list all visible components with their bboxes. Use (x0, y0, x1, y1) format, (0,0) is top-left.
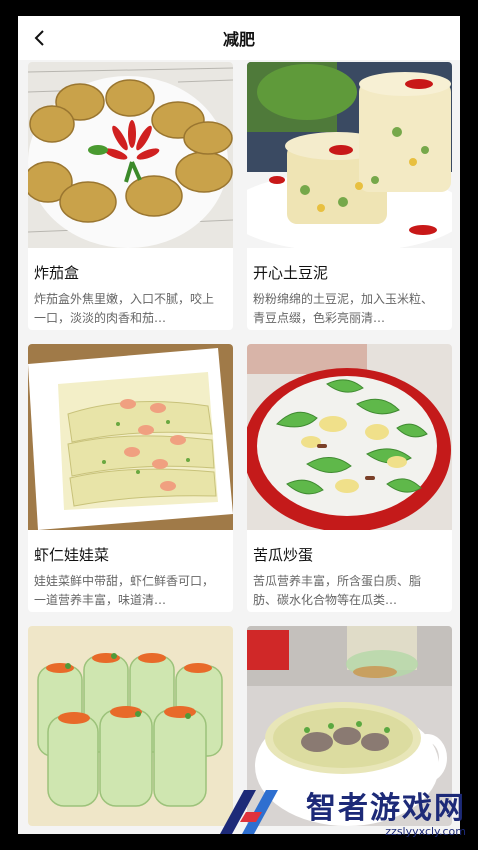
app-screen: 减肥 炸茄盒 炸茄盒外焦里嫩，入口不腻，咬上一口，淡淡的肉香和茄… 开心土豆泥 … (18, 16, 460, 834)
recipe-grid: 炸茄盒 炸茄盒外焦里嫩，入口不腻，咬上一口，淡淡的肉香和茄… 开心土豆泥 粉粉绵… (28, 62, 452, 826)
recipe-description: 苦瓜营养丰富，所含蛋白质、脂肪、碳水化合物等在瓜类… (253, 574, 422, 607)
recipe-title: 炸茄盒 (34, 264, 80, 282)
recipe-image (28, 62, 233, 248)
recipe-description: 炸茄盒外焦里嫩，入口不腻，咬上一口，淡淡的肉香和茄… (34, 292, 215, 325)
recipe-title: 虾仁娃娃菜 (34, 546, 110, 564)
recipe-card[interactable]: 开心土豆泥 粉粉绵绵的土豆泥，加入玉米粒、青豆点缀，色彩亮丽清… (247, 62, 452, 330)
recipe-image (28, 344, 233, 530)
recipe-description: 粉粉绵绵的土豆泥，加入玉米粒、青豆点缀，色彩亮丽清… (253, 292, 434, 325)
page-title: 减肥 (222, 30, 255, 49)
recipe-title: 苦瓜炒蛋 (253, 546, 314, 564)
recipe-card[interactable]: 虾仁娃娃菜 娃娃菜鲜中带甜，虾仁鲜香可口，一道营养丰富，味道清… (28, 344, 233, 612)
top-bar: 减肥 (18, 16, 460, 60)
recipe-card[interactable]: 炸茄盒 炸茄盒外焦里嫩，入口不腻，咬上一口，淡淡的肉香和茄… (28, 62, 233, 330)
recipe-title: 开心土豆泥 (253, 264, 329, 282)
recipe-card[interactable] (28, 626, 233, 826)
recipe-image (247, 62, 452, 248)
recipe-card[interactable]: 苦瓜炒蛋 苦瓜营养丰富，所含蛋白质、脂肪、碳水化合物等在瓜类… (247, 344, 452, 612)
watermark-logo (220, 790, 278, 834)
watermark-name: 智者游戏网 (306, 791, 466, 826)
recipe-description: 娃娃菜鲜中带甜，虾仁鲜香可口，一道营养丰富，味道清… (34, 574, 215, 607)
back-button[interactable] (26, 24, 54, 52)
watermark: 智者游戏网 zzslyyxcly.com (306, 783, 466, 838)
recipe-image (28, 626, 233, 826)
recipe-image (247, 344, 452, 530)
chevron-left-icon (34, 30, 44, 46)
